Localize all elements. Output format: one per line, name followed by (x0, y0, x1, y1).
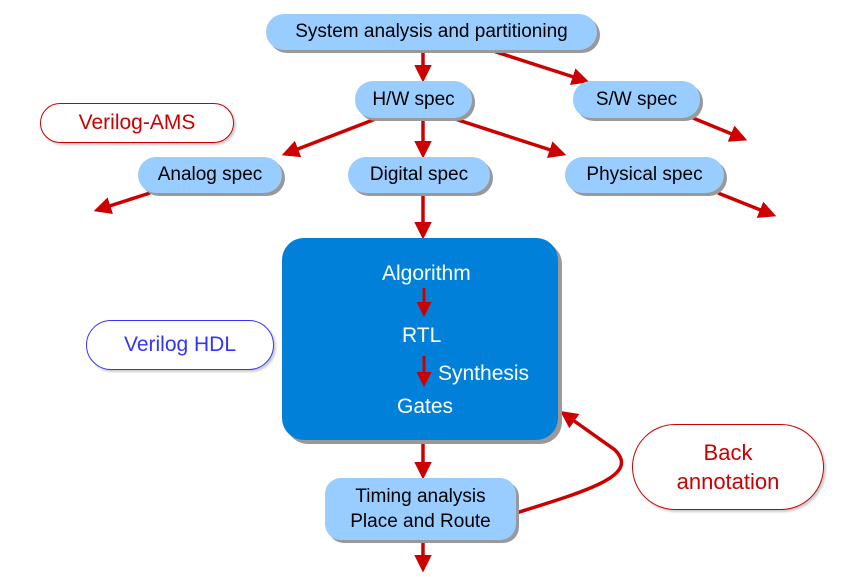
back-line-2: annotation (676, 469, 780, 494)
label-verilog-hdl: Verilog HDL (86, 320, 274, 370)
back-line-1: Back (703, 440, 753, 465)
node-timing-place-route: Timing analysis Place and Route (325, 478, 516, 540)
timing-line-1: Timing analysis (355, 486, 486, 507)
timing-line-2: Place and Route (350, 511, 491, 532)
label-back-annotation: Back annotation (632, 424, 824, 510)
